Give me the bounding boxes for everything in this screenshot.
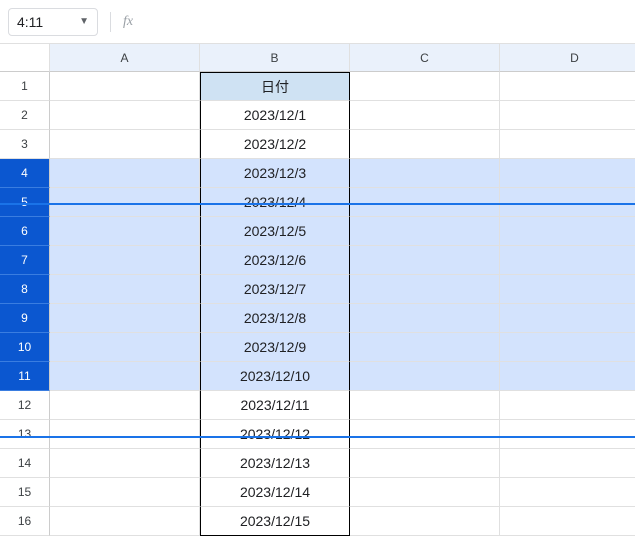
row-header-5[interactable]: 5 <box>0 188 50 217</box>
cell-a4[interactable] <box>50 159 200 188</box>
name-box-value: 4:11 <box>17 14 43 30</box>
cell-c11[interactable] <box>350 362 500 391</box>
cell-b5[interactable]: 2023/12/4 <box>200 188 350 217</box>
cell-d11[interactable] <box>500 362 635 391</box>
cell-c5[interactable] <box>350 188 500 217</box>
cell-a1[interactable] <box>50 72 200 101</box>
cell-d7[interactable] <box>500 246 635 275</box>
row-header-6[interactable]: 6 <box>0 217 50 246</box>
cell-b1[interactable]: 日付 <box>200 72 350 101</box>
row-header-11[interactable]: 11 <box>0 362 50 391</box>
row-header-14[interactable]: 14 <box>0 449 50 478</box>
cell-a15[interactable] <box>50 478 200 507</box>
row-header-10[interactable]: 10 <box>0 333 50 362</box>
cell-c7[interactable] <box>350 246 500 275</box>
col-header-c[interactable]: C <box>350 44 500 72</box>
cell-a13[interactable] <box>50 420 200 449</box>
cell-b14[interactable]: 2023/12/13 <box>200 449 350 478</box>
cell-a16[interactable] <box>50 507 200 536</box>
cell-d16[interactable] <box>500 507 635 536</box>
row-header-2[interactable]: 2 <box>0 101 50 130</box>
row-header-13[interactable]: 13 <box>0 420 50 449</box>
cell-b13[interactable]: 2023/12/12 <box>200 420 350 449</box>
cell-d10[interactable] <box>500 333 635 362</box>
cell-b12[interactable]: 2023/12/11 <box>200 391 350 420</box>
spreadsheet-grid[interactable]: ABCD1日付22023/12/132023/12/242023/12/3520… <box>0 44 635 536</box>
cell-a12[interactable] <box>50 391 200 420</box>
row-header-7[interactable]: 7 <box>0 246 50 275</box>
row-header-12[interactable]: 12 <box>0 391 50 420</box>
cell-d13[interactable] <box>500 420 635 449</box>
cell-c2[interactable] <box>350 101 500 130</box>
cell-d1[interactable] <box>500 72 635 101</box>
cell-a5[interactable] <box>50 188 200 217</box>
cell-a6[interactable] <box>50 217 200 246</box>
cell-c14[interactable] <box>350 449 500 478</box>
cell-d2[interactable] <box>500 101 635 130</box>
row-header-3[interactable]: 3 <box>0 130 50 159</box>
cell-c3[interactable] <box>350 130 500 159</box>
formula-input[interactable] <box>141 8 627 36</box>
cell-c6[interactable] <box>350 217 500 246</box>
cell-a11[interactable] <box>50 362 200 391</box>
dropdown-icon[interactable]: ▼ <box>79 16 89 27</box>
cell-b15[interactable]: 2023/12/14 <box>200 478 350 507</box>
cell-b16[interactable]: 2023/12/15 <box>200 507 350 536</box>
cell-b9[interactable]: 2023/12/8 <box>200 304 350 333</box>
fx-icon: fx <box>123 14 133 30</box>
cell-c10[interactable] <box>350 333 500 362</box>
col-header-d[interactable]: D <box>500 44 635 72</box>
cell-c8[interactable] <box>350 275 500 304</box>
row-header-9[interactable]: 9 <box>0 304 50 333</box>
cell-c15[interactable] <box>350 478 500 507</box>
cell-c12[interactable] <box>350 391 500 420</box>
cell-b3[interactable]: 2023/12/2 <box>200 130 350 159</box>
cell-b6[interactable]: 2023/12/5 <box>200 217 350 246</box>
cell-d8[interactable] <box>500 275 635 304</box>
cell-b8[interactable]: 2023/12/7 <box>200 275 350 304</box>
cell-d4[interactable] <box>500 159 635 188</box>
row-header-8[interactable]: 8 <box>0 275 50 304</box>
cell-c13[interactable] <box>350 420 500 449</box>
cell-b11[interactable]: 2023/12/10 <box>200 362 350 391</box>
cell-c9[interactable] <box>350 304 500 333</box>
formula-toolbar: 4:11 ▼ fx <box>0 0 635 44</box>
cell-c16[interactable] <box>350 507 500 536</box>
cell-a9[interactable] <box>50 304 200 333</box>
cell-c1[interactable] <box>350 72 500 101</box>
cell-b7[interactable]: 2023/12/6 <box>200 246 350 275</box>
row-header-4[interactable]: 4 <box>0 159 50 188</box>
cell-d5[interactable] <box>500 188 635 217</box>
cell-d12[interactable] <box>500 391 635 420</box>
cell-b2[interactable]: 2023/12/1 <box>200 101 350 130</box>
cell-d15[interactable] <box>500 478 635 507</box>
cell-a14[interactable] <box>50 449 200 478</box>
row-header-15[interactable]: 15 <box>0 478 50 507</box>
col-header-b[interactable]: B <box>200 44 350 72</box>
name-box[interactable]: 4:11 ▼ <box>8 8 98 36</box>
cell-c4[interactable] <box>350 159 500 188</box>
cell-b4[interactable]: 2023/12/3 <box>200 159 350 188</box>
divider <box>110 12 111 32</box>
row-header-16[interactable]: 16 <box>0 507 50 536</box>
select-all-corner[interactable] <box>0 44 50 72</box>
cell-a3[interactable] <box>50 130 200 159</box>
cell-d6[interactable] <box>500 217 635 246</box>
col-header-a[interactable]: A <box>50 44 200 72</box>
cell-a8[interactable] <box>50 275 200 304</box>
cell-b10[interactable]: 2023/12/9 <box>200 333 350 362</box>
cell-a2[interactable] <box>50 101 200 130</box>
cell-d14[interactable] <box>500 449 635 478</box>
cell-d9[interactable] <box>500 304 635 333</box>
cell-d3[interactable] <box>500 130 635 159</box>
row-header-1[interactable]: 1 <box>0 72 50 101</box>
cell-a10[interactable] <box>50 333 200 362</box>
cell-a7[interactable] <box>50 246 200 275</box>
